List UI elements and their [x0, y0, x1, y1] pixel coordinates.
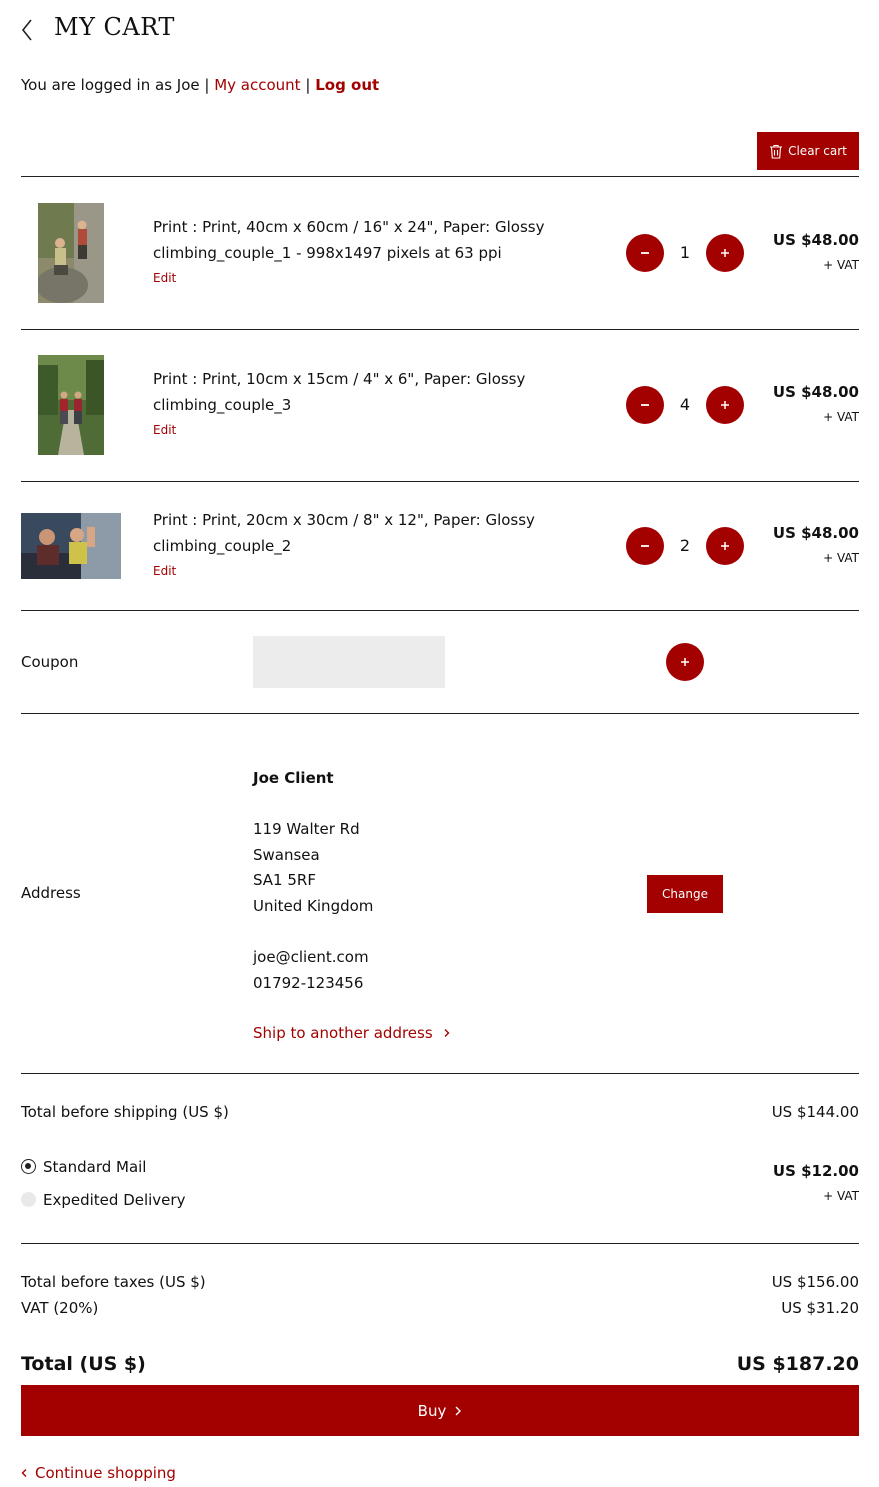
trash-icon [770, 144, 783, 159]
total-before-taxes-label: Total before taxes (US $) [21, 1273, 206, 1291]
item-spec: Print : Print, 20cm x 30cm / 8" x 12", P… [153, 511, 535, 529]
edit-item-link[interactable]: Edit [153, 423, 176, 437]
increase-quantity-button[interactable] [706, 386, 744, 424]
item-thumbnail[interactable] [21, 513, 121, 579]
continue-shopping-link[interactable]: Continue shopping [21, 1464, 176, 1482]
vat-label: VAT (20%) [21, 1299, 99, 1317]
shipping-address: Joe Client 119 Walter Rd Swansea SA1 5RF… [253, 766, 373, 996]
item-filename: climbing_couple_2 [153, 537, 292, 555]
item-filename: climbing_couple_1 - 998x1497 pixels at 6… [153, 244, 502, 262]
change-address-button[interactable]: Change [647, 875, 723, 913]
plus-icon [721, 249, 729, 257]
shipping-price: US $12.00 [772, 1162, 859, 1180]
divider [21, 329, 859, 330]
chevron-left-icon [21, 1469, 27, 1477]
address-street: 119 Walter Rd [253, 820, 360, 839]
account-status: You are logged in as Joe | My account | … [21, 76, 379, 94]
buy-button[interactable]: Buy [21, 1385, 859, 1436]
address-city: Swansea [253, 845, 320, 864]
vat-note: + VAT [823, 258, 859, 272]
plus-icon [721, 401, 729, 409]
item-thumbnail[interactable] [38, 203, 104, 303]
login-status-text: You are logged in as Joe | [21, 76, 210, 94]
shipping-vat-note: + VAT [823, 1189, 859, 1203]
total-before-taxes-value: US $156.00 [771, 1273, 859, 1291]
address-postcode: SA1 5RF [253, 871, 316, 890]
item-spec: Print : Print, 40cm x 60cm / 16" x 24", … [153, 218, 545, 236]
edit-item-link[interactable]: Edit [153, 564, 176, 578]
increase-quantity-button[interactable] [706, 234, 744, 272]
divider [21, 1073, 859, 1074]
clear-cart-label: Clear cart [788, 144, 847, 158]
item-description: Print : Print, 10cm x 15cm / 4" x 6", Pa… [153, 366, 525, 418]
contact-phone: 01792-123456 [253, 973, 364, 992]
continue-shopping-label: Continue shopping [35, 1464, 176, 1482]
grand-total-value: US $187.20 [736, 1353, 859, 1375]
logout-link[interactable]: Log out [315, 76, 379, 94]
chevron-right-icon [444, 1029, 450, 1037]
quantity-value: 2 [679, 536, 691, 555]
divider [21, 481, 859, 482]
total-before-shipping-value: US $144.00 [771, 1103, 859, 1121]
expedited-delivery-radio[interactable] [21, 1192, 36, 1207]
divider [21, 610, 859, 611]
decrease-quantity-button[interactable] [626, 234, 664, 272]
item-price: US $48.00 [772, 231, 859, 249]
item-spec: Print : Print, 10cm x 15cm / 4" x 6", Pa… [153, 370, 526, 388]
edit-item-link[interactable]: Edit [153, 271, 176, 285]
item-filename: climbing_couple_3 [153, 396, 292, 414]
item-price: US $48.00 [772, 524, 859, 542]
account-separator: | [305, 76, 311, 94]
expedited-delivery-label[interactable]: Expedited Delivery [43, 1191, 185, 1209]
clear-cart-button[interactable]: Clear cart [757, 132, 859, 170]
increase-quantity-button[interactable] [706, 527, 744, 565]
divider [21, 1243, 859, 1244]
chevron-right-icon [455, 1406, 462, 1415]
total-before-shipping-label: Total before shipping (US $) [21, 1103, 229, 1121]
item-thumbnail[interactable] [38, 355, 104, 455]
item-description: Print : Print, 20cm x 30cm / 8" x 12", P… [153, 507, 535, 559]
chevron-left-icon [21, 19, 32, 41]
item-price: US $48.00 [772, 383, 859, 401]
standard-mail-label[interactable]: Standard Mail [43, 1158, 146, 1176]
contact-email: joe@client.com [253, 948, 369, 967]
quantity-value: 1 [679, 243, 691, 262]
apply-coupon-button[interactable] [666, 643, 704, 681]
ship-to-another-address-link[interactable]: Ship to another address [253, 1024, 453, 1042]
vat-value: US $31.20 [781, 1299, 859, 1317]
ship-another-label: Ship to another address [253, 1024, 433, 1042]
vat-note: + VAT [823, 551, 859, 565]
plus-icon [721, 542, 729, 550]
vat-note: + VAT [823, 410, 859, 424]
grand-total-label: Total (US $) [21, 1353, 146, 1375]
minus-icon [641, 252, 649, 254]
plus-icon [681, 658, 689, 666]
recipient-name: Joe Client [253, 769, 334, 787]
decrease-quantity-button[interactable] [626, 386, 664, 424]
minus-icon [641, 545, 649, 547]
address-label: Address [21, 884, 81, 902]
decrease-quantity-button[interactable] [626, 527, 664, 565]
my-account-link[interactable]: My account [214, 76, 300, 94]
standard-mail-radio[interactable] [21, 1159, 36, 1174]
address-country: United Kingdom [253, 896, 374, 915]
divider [21, 176, 859, 177]
coupon-label: Coupon [21, 653, 79, 671]
coupon-input[interactable] [253, 636, 445, 688]
minus-icon [641, 404, 649, 406]
quantity-value: 4 [679, 395, 691, 414]
item-description: Print : Print, 40cm x 60cm / 16" x 24", … [153, 214, 544, 266]
buy-label: Buy [417, 1401, 447, 1420]
divider [21, 713, 859, 714]
page-title: MY CART [54, 13, 175, 41]
back-button[interactable] [17, 16, 37, 44]
